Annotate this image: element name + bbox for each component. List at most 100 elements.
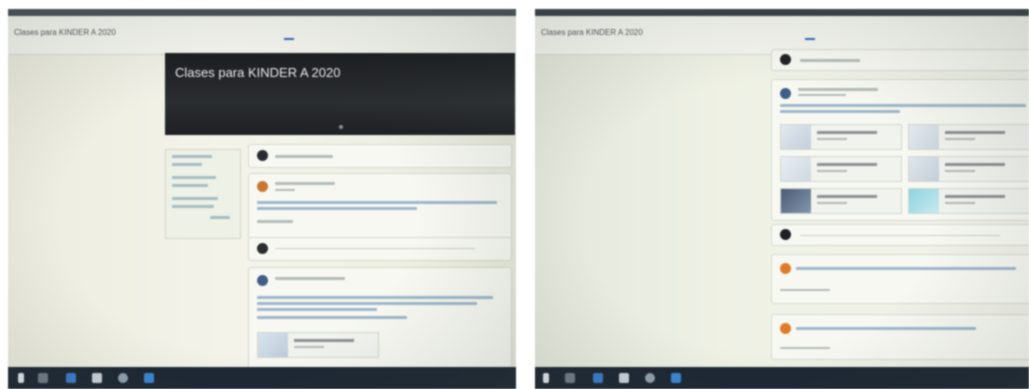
tab-classwork[interactable] xyxy=(310,28,327,40)
chrome-icon[interactable] xyxy=(645,373,655,383)
attachment-title xyxy=(817,131,877,134)
upcoming-line xyxy=(172,184,208,187)
attachment-type xyxy=(945,170,975,172)
search-icon[interactable] xyxy=(565,373,575,383)
post-comments[interactable] xyxy=(257,220,293,223)
windows-taskbar xyxy=(535,367,1029,389)
right-screen-photo: Clases para KINDER A 2020 xyxy=(535,9,1029,389)
attachment-type xyxy=(817,170,847,172)
share-placeholder xyxy=(800,59,860,62)
upcoming-line xyxy=(172,197,218,200)
post-text xyxy=(257,316,407,319)
attachment-card[interactable] xyxy=(908,124,1029,150)
post-card xyxy=(248,267,512,371)
view-all-link[interactable] xyxy=(210,216,230,219)
post-date xyxy=(275,189,295,191)
avatar-icon xyxy=(780,229,791,240)
upcoming-line xyxy=(172,176,216,179)
attachment-thumbnail xyxy=(781,189,811,213)
left-screen-photo: Clases para KINDER A 2020 Clases para KI… xyxy=(8,9,516,389)
post-text xyxy=(257,207,417,210)
share-placeholder xyxy=(275,155,333,158)
windows-icon[interactable] xyxy=(543,373,549,383)
attachment-type xyxy=(817,138,847,140)
attachment-title xyxy=(817,195,877,198)
attachment-title xyxy=(817,163,877,166)
classroom-header: Clases para KINDER A 2020 xyxy=(8,16,516,55)
post-author xyxy=(798,88,878,91)
comment-line xyxy=(800,235,1000,236)
avatar-icon xyxy=(257,243,268,254)
attachment-title xyxy=(945,163,1005,166)
assignment-icon xyxy=(780,263,791,274)
comment-line xyxy=(275,248,475,249)
assignment-icon xyxy=(780,323,791,334)
assignment-comments[interactable] xyxy=(780,289,830,291)
banner-dot xyxy=(339,125,343,129)
windows-icon[interactable] xyxy=(18,373,24,383)
attachment-card[interactable] xyxy=(780,124,902,150)
class-tabs xyxy=(805,28,874,40)
store-icon[interactable] xyxy=(671,373,681,383)
upcoming-work-box xyxy=(165,149,241,239)
tab-stream[interactable] xyxy=(284,28,295,40)
store-icon[interactable] xyxy=(144,373,154,383)
attachment-thumbnail xyxy=(781,125,811,149)
comment-input-card[interactable] xyxy=(771,224,1029,246)
post-date xyxy=(798,94,846,96)
attachment-type xyxy=(945,202,975,204)
tab-people[interactable] xyxy=(343,28,353,40)
post-text xyxy=(257,308,377,311)
announce-input-card[interactable] xyxy=(771,49,1029,71)
attachment-type xyxy=(817,202,847,204)
attachment-card[interactable] xyxy=(908,156,1029,182)
browser-icon[interactable] xyxy=(593,373,603,383)
windows-taskbar xyxy=(8,367,516,389)
avatar-icon xyxy=(780,88,791,99)
upcoming-line xyxy=(172,163,202,166)
class-tabs xyxy=(284,28,353,40)
assignment-card[interactable] xyxy=(771,314,1029,360)
folder-icon[interactable] xyxy=(619,373,629,383)
upcoming-line xyxy=(172,205,214,208)
attachment-card[interactable] xyxy=(780,188,902,214)
attachment-card[interactable] xyxy=(908,188,1029,214)
attachment-card[interactable] xyxy=(257,332,379,358)
comment-input-card[interactable] xyxy=(248,237,512,261)
post-author xyxy=(275,277,345,280)
avatar-icon xyxy=(257,275,268,286)
tab-stream[interactable] xyxy=(805,28,816,40)
attachment-title xyxy=(945,195,1005,198)
browser-icon[interactable] xyxy=(66,373,76,383)
assignment-title xyxy=(796,327,976,330)
chrome-icon[interactable] xyxy=(118,373,128,383)
attachment-type xyxy=(945,138,975,140)
attachment-thumbnail xyxy=(781,157,811,181)
attachment-thumbnail xyxy=(909,125,939,149)
tab-classwork[interactable] xyxy=(831,28,848,40)
announce-input-card[interactable] xyxy=(248,144,512,168)
attachment-type xyxy=(294,346,324,348)
browser-address-bar xyxy=(535,9,1029,16)
post-text xyxy=(257,302,477,305)
upcoming-line xyxy=(172,155,212,158)
banner-title: Clases para KINDER A 2020 xyxy=(175,65,341,80)
browser-address-bar xyxy=(8,9,516,16)
avatar-icon xyxy=(257,150,268,161)
class-title: Clases para KINDER A 2020 xyxy=(14,28,116,37)
class-title: Clases para KINDER A 2020 xyxy=(541,28,643,37)
post-author xyxy=(275,182,335,185)
post-text xyxy=(257,296,493,299)
attachment-thumbnail xyxy=(909,157,939,181)
attachment-card[interactable] xyxy=(780,156,902,182)
assignment-comments[interactable] xyxy=(780,347,830,349)
avatar-icon xyxy=(257,181,268,192)
post-text xyxy=(780,110,900,113)
avatar-icon xyxy=(780,54,791,65)
search-icon[interactable] xyxy=(38,373,48,383)
folder-icon[interactable] xyxy=(92,373,102,383)
assignment-card[interactable] xyxy=(771,254,1029,304)
post-card xyxy=(771,79,1029,221)
tab-people[interactable] xyxy=(864,28,874,40)
class-banner: Clases para KINDER A 2020 xyxy=(165,53,515,135)
